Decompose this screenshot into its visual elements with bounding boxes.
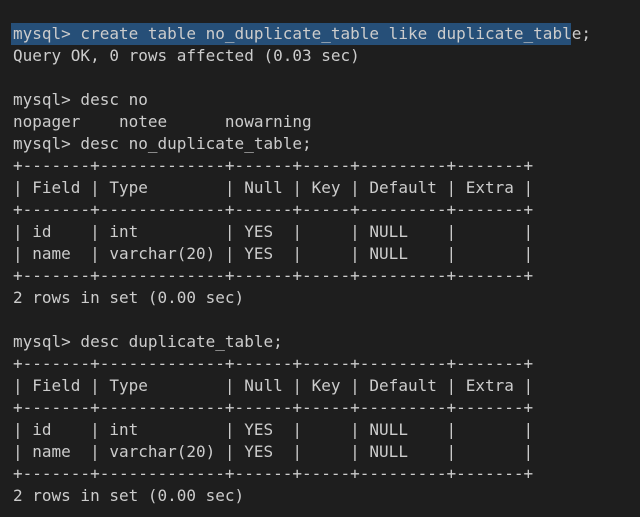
table-row: | name | varchar(20) | YES | | NULL | | [13,244,534,263]
table-row: | id | int | YES | | NULL | | [13,420,534,439]
autocomplete-suggestions: nopager notee nowarning [13,112,312,131]
table-border: +-------+-------------+------+-----+----… [13,464,534,483]
command-desc-partial: mysql> desc no [13,90,148,109]
table-border: +-------+-------------+------+-----+----… [13,354,534,373]
command-create-table: mysql> create table no_duplicate_table l… [13,24,591,43]
table-border: +-------+-------------+------+-----+----… [13,200,534,219]
table-row: | id | int | YES | | NULL | | [13,222,534,241]
table-border: +-------+-------------+------+-----+----… [13,156,534,175]
rows-in-set-message: 2 rows in set (0.00 sec) [13,486,245,505]
rows-in-set-message: 2 rows in set (0.00 sec) [13,288,245,307]
query-result-message: Query OK, 0 rows affected (0.03 sec) [13,46,360,65]
command-desc-no-duplicate-table: mysql> desc no_duplicate_table; [13,134,312,153]
table-border: +-------+-------------+------+-----+----… [13,266,534,285]
table-row: | name | varchar(20) | YES | | NULL | | [13,442,534,461]
table-header-row: | Field | Type | Null | Key | Default | … [13,178,534,197]
table-border: +-------+-------------+------+-----+----… [13,398,534,417]
table-header-row: | Field | Type | Null | Key | Default | … [13,376,534,395]
terminal-output[interactable]: mysql> create table no_duplicate_table l… [0,0,640,517]
command-desc-duplicate-table: mysql> desc duplicate_table; [13,332,283,351]
